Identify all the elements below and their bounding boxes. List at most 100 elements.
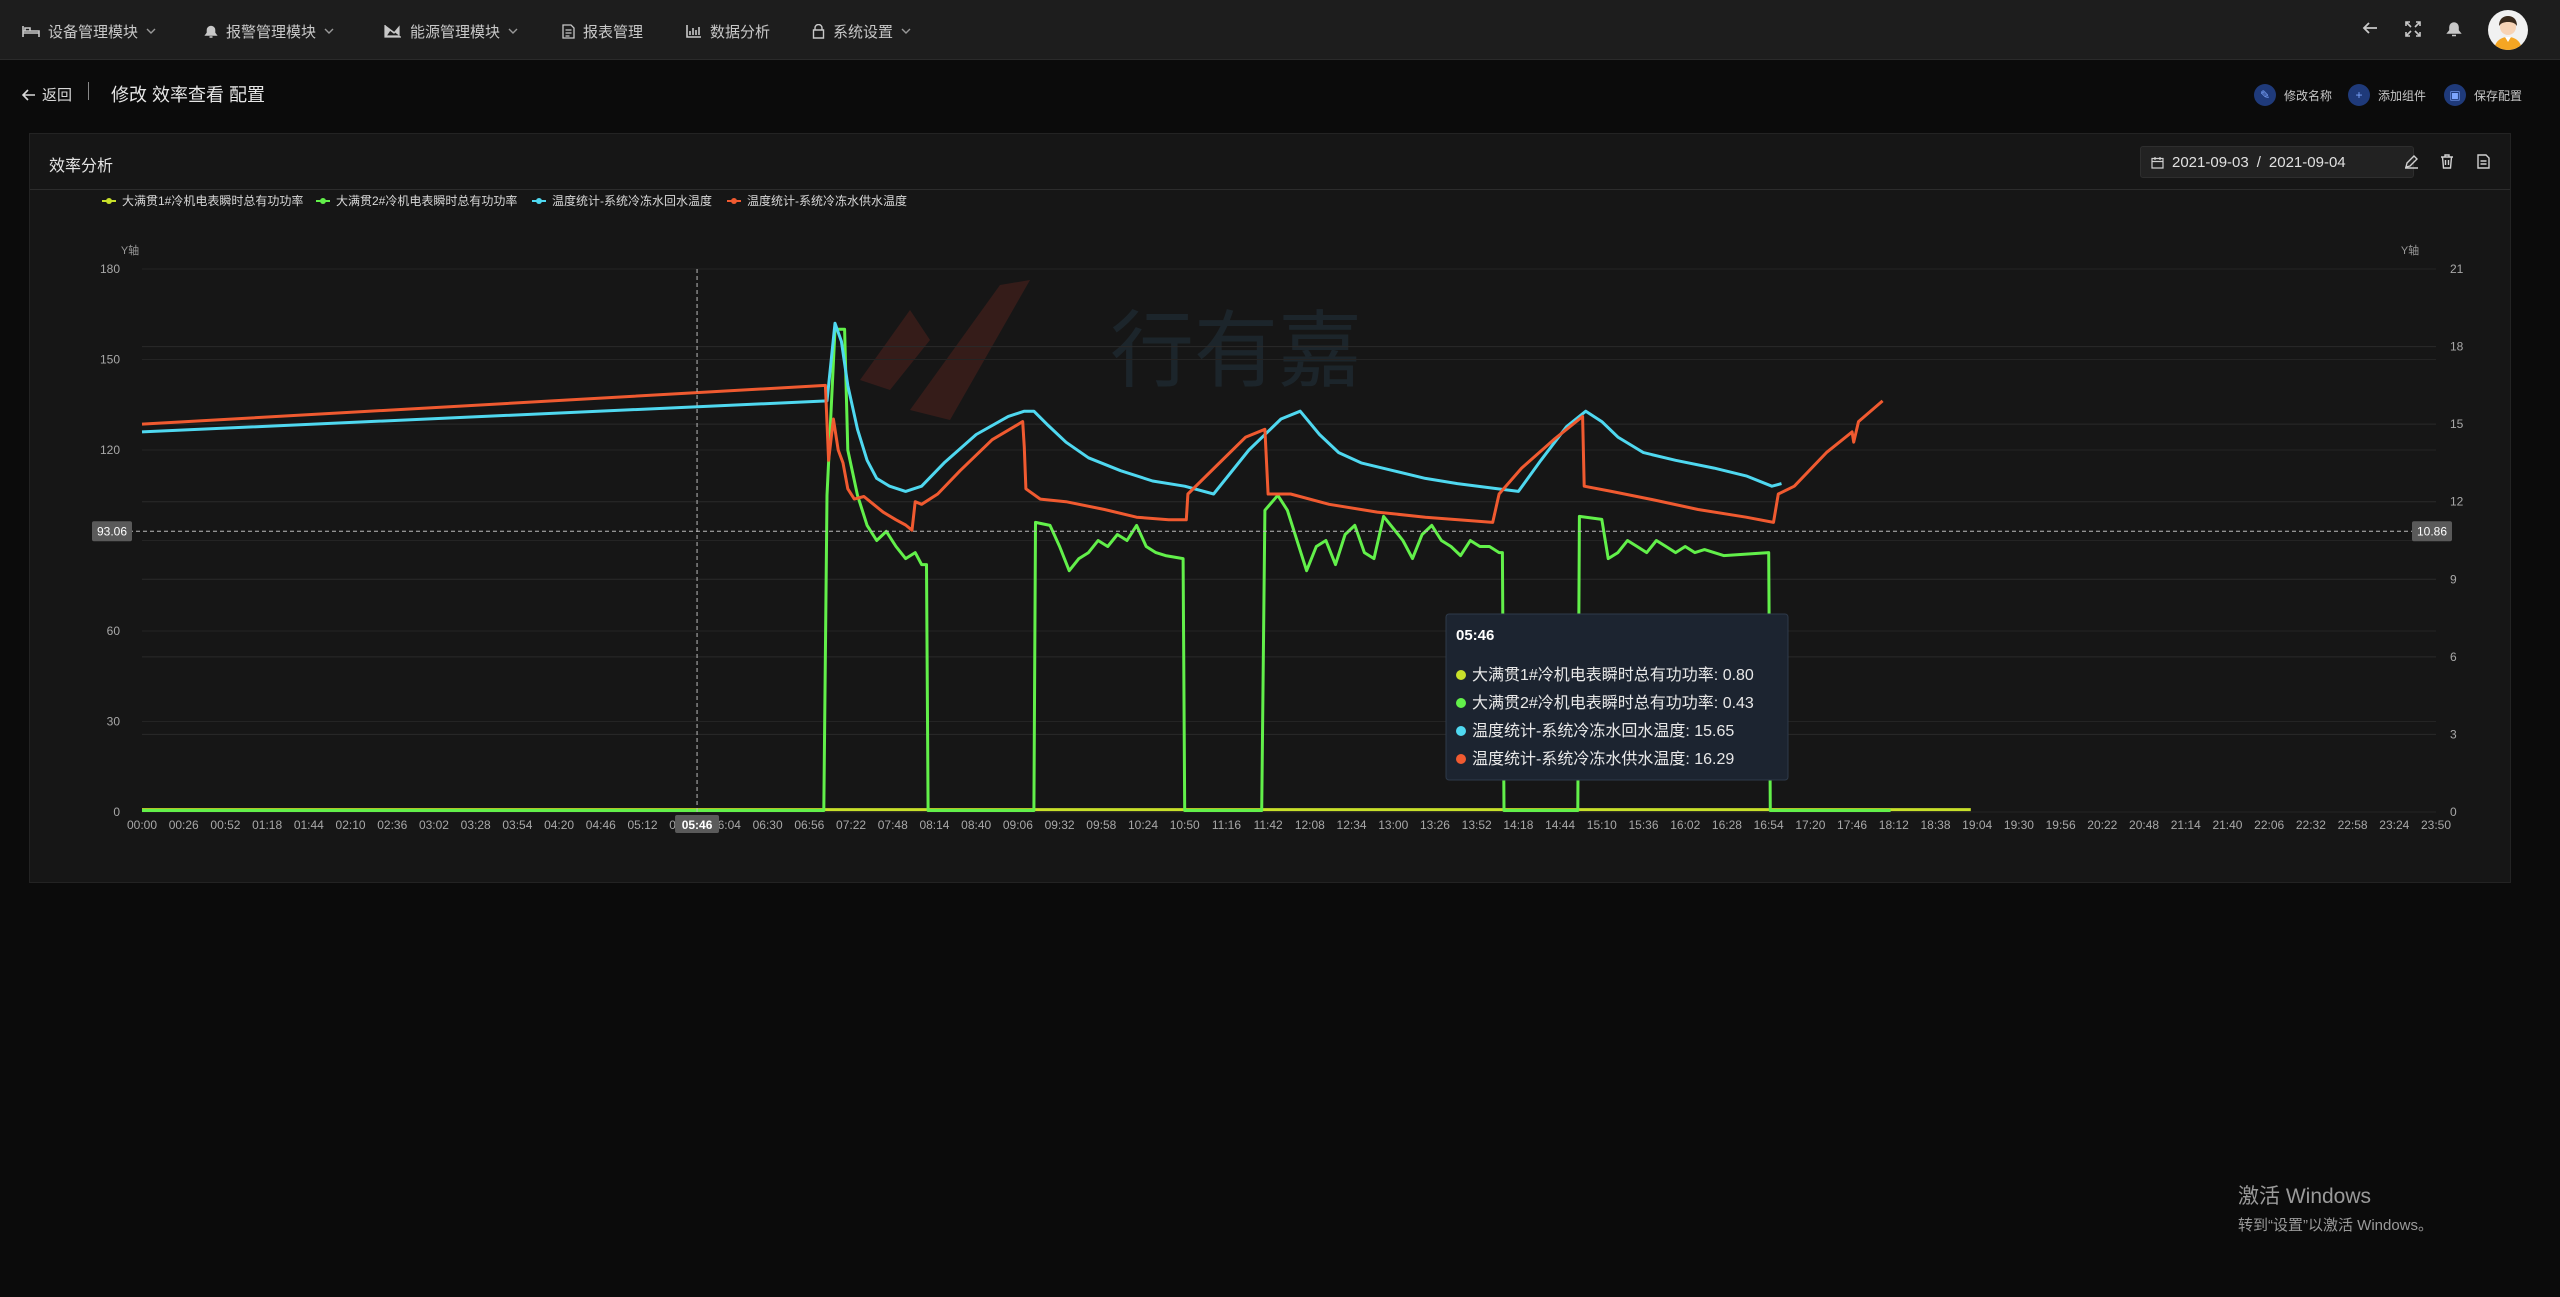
trash-icon bbox=[2441, 153, 2453, 169]
x-tick-label: 14:44 bbox=[1545, 818, 1575, 832]
x-tick-label: 12:34 bbox=[1337, 818, 1367, 832]
x-tick-label: 00:26 bbox=[169, 818, 199, 832]
nav-item-device[interactable]: 设备管理模块 bbox=[22, 20, 156, 42]
series-line[interactable] bbox=[141, 383, 1884, 532]
nav-item-label: 设备管理模块 bbox=[48, 23, 139, 41]
left-tick-label: 0 bbox=[113, 805, 120, 819]
back-button[interactable]: 返回 bbox=[22, 84, 72, 105]
legend-swatch-dot bbox=[536, 198, 542, 204]
tooltip-title: 05:46 bbox=[1456, 627, 1494, 644]
x-tick-label: 04:46 bbox=[586, 818, 616, 832]
x-tick-label: 03:02 bbox=[419, 818, 449, 832]
add-widget-button[interactable]: + 添加组件 bbox=[2348, 84, 2426, 106]
bell-icon bbox=[204, 25, 218, 38]
bed-icon bbox=[22, 26, 40, 37]
x-tick-label: 20:48 bbox=[2129, 818, 2159, 832]
left-tick-label: 30 bbox=[107, 715, 121, 729]
x-tick-label: 02:36 bbox=[377, 818, 407, 832]
x-tick-label: 03:54 bbox=[502, 818, 532, 832]
right-tick-label: 0 bbox=[2450, 805, 2457, 819]
windows-activation-watermark: 激活 Windows 转到“设置”以激活 Windows。 bbox=[2238, 1180, 2433, 1235]
arrow-left-icon bbox=[22, 88, 35, 101]
back-arrow-icon[interactable] bbox=[2360, 18, 2380, 38]
legend-item[interactable]: 温度统计-系统冷冻水供水温度 bbox=[747, 193, 907, 208]
x-tick-label: 18:12 bbox=[1879, 818, 1909, 832]
tooltip-marker bbox=[1456, 698, 1466, 708]
save-config-button[interactable]: ▣ 保存配置 bbox=[2444, 84, 2522, 106]
export-widget-button[interactable] bbox=[2472, 150, 2494, 172]
panel-title: 效率分析 bbox=[49, 158, 114, 175]
x-tick-label: 19:04 bbox=[1962, 818, 1992, 832]
x-tick-label: 08:40 bbox=[961, 818, 991, 832]
x-tick-label: 21:40 bbox=[2212, 818, 2242, 832]
x-tick-label: 00:00 bbox=[127, 818, 157, 832]
efficiency-chart[interactable]: 行有嘉 大满贯1#冷机电表瞬时总有功功率 大满贯2#冷机电表瞬时总有功功率 温度统计… bbox=[30, 190, 2510, 882]
x-tick-label: 17:20 bbox=[1795, 818, 1825, 832]
crosshair-right-label: 10.86 bbox=[2417, 524, 2447, 538]
watermark-logo: 行有嘉 bbox=[860, 280, 1362, 420]
nav-item-alarm[interactable]: 报警管理模块 bbox=[204, 20, 334, 42]
x-tick-label: 12:08 bbox=[1295, 818, 1325, 832]
x-tick-label: 19:30 bbox=[2004, 818, 2034, 832]
fullscreen-icon[interactable] bbox=[2405, 21, 2421, 37]
legend-item[interactable]: 温度统计-系统冷冻水回水温度 bbox=[552, 193, 712, 208]
user-avatar[interactable] bbox=[2488, 10, 2528, 50]
chevron-down-icon bbox=[324, 28, 334, 34]
left-tick-label: 60 bbox=[107, 624, 121, 638]
x-tick-label: 13:26 bbox=[1420, 818, 1450, 832]
right-tick-label: 18 bbox=[2450, 340, 2464, 354]
pencil-icon bbox=[2404, 154, 2418, 169]
x-tick-label: 07:22 bbox=[836, 818, 866, 832]
crosshair-left-label: 93.06 bbox=[97, 524, 127, 538]
plus-icon: + bbox=[2348, 84, 2370, 106]
x-tick-label: 04:20 bbox=[544, 818, 574, 832]
back-label: 返回 bbox=[42, 87, 73, 104]
panel-header: 效率分析 2021-09-03 / 2021-09-04 bbox=[30, 134, 2510, 190]
chevron-down-icon bbox=[508, 28, 518, 34]
notification-bell-icon[interactable] bbox=[2446, 20, 2462, 38]
watermark-text: 行有嘉 bbox=[1110, 304, 1362, 398]
left-tick-label: 120 bbox=[100, 443, 120, 457]
right-tick-label: 6 bbox=[2450, 650, 2457, 664]
right-tick-label: 15 bbox=[2450, 417, 2464, 431]
right-tick-label: 21 bbox=[2450, 262, 2464, 276]
nav-item-label: 能源管理模块 bbox=[410, 23, 501, 41]
nav-item-label: 报警管理模块 bbox=[226, 23, 317, 41]
x-tick-label: 07:48 bbox=[878, 818, 908, 832]
date-range-picker[interactable]: 2021-09-03 / 2021-09-04 bbox=[2140, 146, 2414, 178]
right-tick-label: 9 bbox=[2450, 572, 2457, 586]
x-tick-label: 22:58 bbox=[2338, 818, 2368, 832]
legend-item[interactable]: 大满贯2#冷机电表瞬时总有功功率 bbox=[336, 193, 517, 208]
x-tick-label: 16:28 bbox=[1712, 818, 1742, 832]
sub-header: 返回 修改 效率查看 配置 ✎ 修改名称 + 添加组件 ▣ 保存配置 bbox=[0, 70, 2560, 120]
x-tick-label: 13:00 bbox=[1378, 818, 1408, 832]
x-tick-label: 20:22 bbox=[2087, 818, 2117, 832]
rename-button[interactable]: ✎ 修改名称 bbox=[2254, 84, 2332, 106]
delete-widget-button[interactable] bbox=[2436, 150, 2458, 172]
legend-swatch-dot bbox=[106, 198, 112, 204]
nav-item-energy[interactable]: 能源管理模块 bbox=[384, 20, 518, 42]
x-tick-label: 18:38 bbox=[1920, 818, 1950, 832]
nav-item-data-analysis[interactable]: 数据分析 bbox=[686, 20, 770, 42]
x-tick-label: 22:32 bbox=[2296, 818, 2326, 832]
edit-widget-button[interactable] bbox=[2400, 150, 2422, 172]
chevron-down-icon bbox=[901, 28, 911, 34]
legend-swatch-dot bbox=[731, 198, 737, 204]
date-end: 2021-09-04 bbox=[2268, 153, 2346, 171]
x-tick-label: 08:14 bbox=[919, 818, 949, 832]
legend-swatch-dot bbox=[320, 198, 326, 204]
bar-chart-icon bbox=[686, 25, 701, 38]
nav-item-report[interactable]: 报表管理 bbox=[562, 20, 643, 42]
activation-subtitle: 转到“设置”以激活 Windows。 bbox=[2238, 1217, 2434, 1234]
x-tick-label: 13:52 bbox=[1462, 818, 1492, 832]
x-tick-label: 11:16 bbox=[1212, 818, 1241, 832]
left-axis-name: Y轴 bbox=[121, 243, 139, 257]
nav-item-settings[interactable]: 系统设置 bbox=[812, 20, 911, 42]
x-tick-label: 05:12 bbox=[627, 818, 657, 832]
document-icon bbox=[562, 23, 575, 39]
legend-item[interactable]: 大满贯1#冷机电表瞬时总有功功率 bbox=[122, 193, 303, 208]
left-tick-label: 180 bbox=[100, 262, 120, 276]
divider bbox=[88, 82, 89, 100]
x-tick-label: 14:18 bbox=[1503, 818, 1533, 832]
x-tick-label: 09:06 bbox=[1003, 818, 1033, 832]
